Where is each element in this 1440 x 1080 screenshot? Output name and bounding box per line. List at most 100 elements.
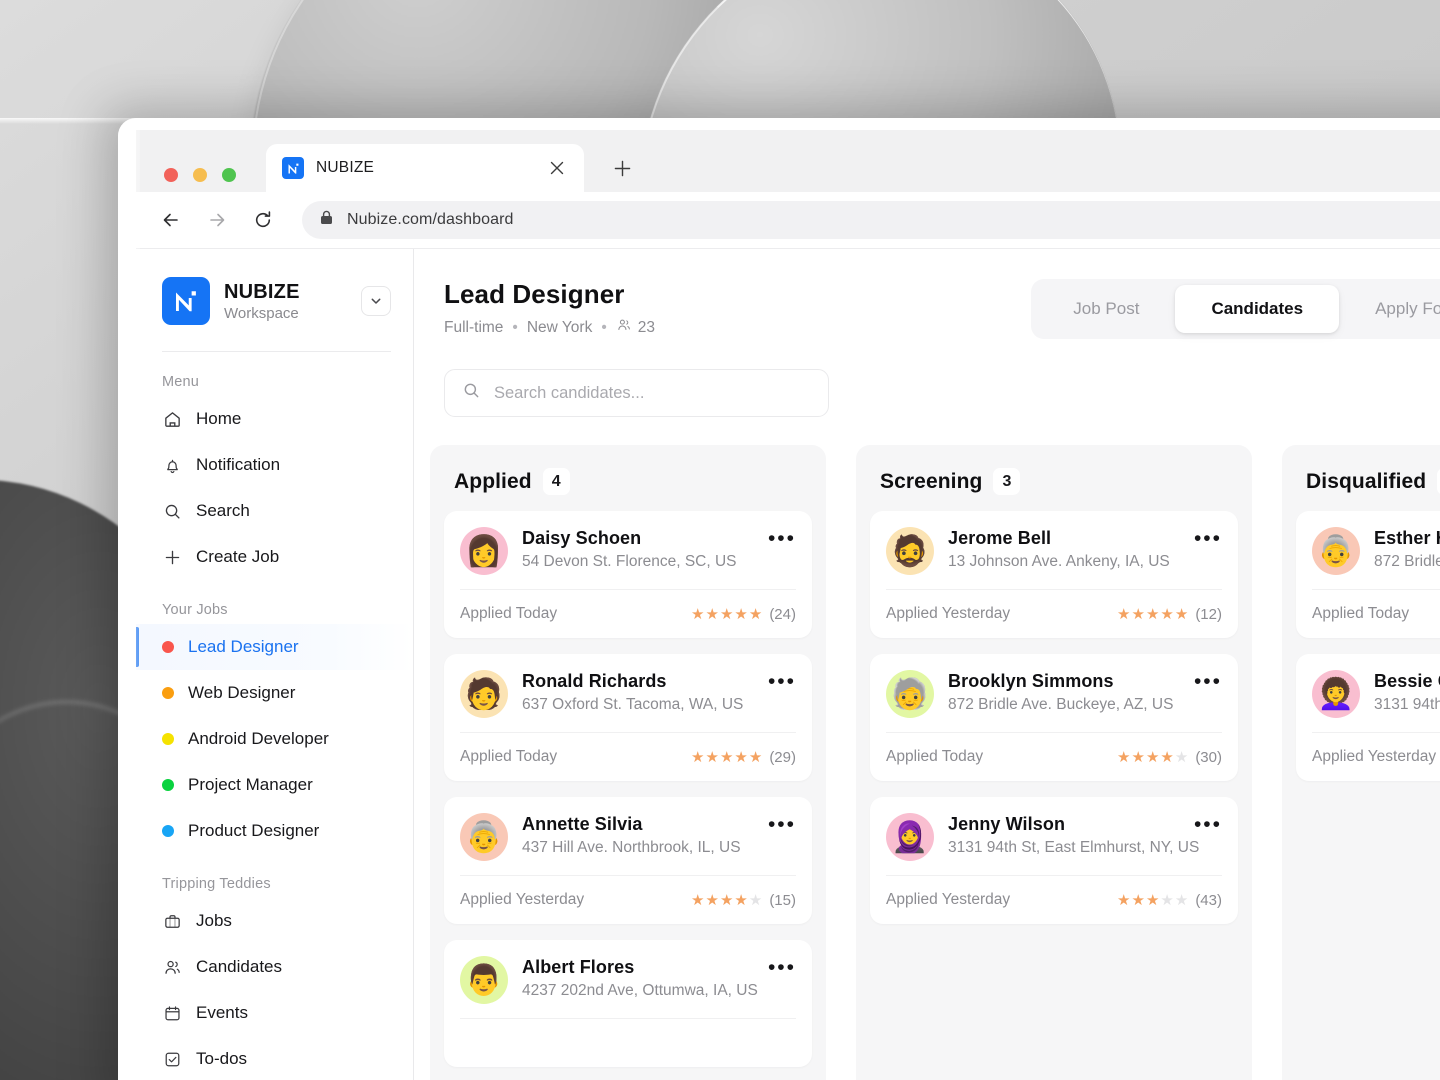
search-input[interactable] xyxy=(494,383,811,403)
star-icon: ★ xyxy=(1117,605,1131,623)
sidebar-job-lead-designer[interactable]: Lead Designer xyxy=(136,624,413,670)
candidate-address: 13 Johnson Ave. Ankeny, IA, US xyxy=(948,553,1170,570)
tab-candidates[interactable]: Candidates xyxy=(1175,285,1340,333)
candidate-card[interactable]: 🧓 Brooklyn Simmons 872 Bridle Ave. Bucke… xyxy=(870,654,1238,781)
candidate-card[interactable]: 🧕 Jenny Wilson 3131 94th St, East Elmhur… xyxy=(870,797,1238,924)
sidebar-menu-label: Menu xyxy=(162,374,200,390)
rating: ★ ★ ★ ★ ★ (30) xyxy=(1117,749,1222,766)
plus-icon xyxy=(162,547,182,567)
nubize-favicon xyxy=(282,157,304,179)
more-icon[interactable]: ••• xyxy=(768,527,796,549)
workspace-switcher[interactable]: NUBIZE Workspace xyxy=(136,277,413,325)
candidate-name: Daisy Schoen xyxy=(522,528,642,548)
candidate-card[interactable]: 🧔 Jerome Bell 13 Johnson Ave. Ankeny, IA… xyxy=(870,511,1238,638)
job-applicants-count: 23 xyxy=(637,318,656,336)
main-content: Lead Designer Full-time • New York • 23 xyxy=(414,249,1440,1080)
search-icon xyxy=(162,501,182,521)
avatar-face: 🧕 xyxy=(891,821,929,854)
app-root: NUBIZE Workspace Menu Home Notification … xyxy=(136,248,1440,1080)
arrow-left-icon[interactable] xyxy=(158,207,184,233)
star-icon: ★ xyxy=(719,605,734,623)
more-icon[interactable]: ••• xyxy=(1194,813,1222,835)
users-icon xyxy=(162,957,182,977)
sidebar-item-events[interactable]: Events xyxy=(136,990,413,1036)
sidebar-item-label: Candidates xyxy=(196,957,283,976)
star-icon: ★ xyxy=(1160,891,1174,909)
applied-time: Applied Yesterday xyxy=(460,891,585,908)
status-dot xyxy=(162,825,174,837)
plus-icon[interactable] xyxy=(608,154,636,182)
sidebar-item-create-job[interactable]: Create Job xyxy=(136,534,413,580)
job-header-text: Lead Designer Full-time • New York • 23 xyxy=(444,279,655,338)
browser-tab[interactable]: NUBIZE xyxy=(266,144,584,192)
star-icon: ★ xyxy=(705,748,719,766)
candidate-card[interactable]: 👵 Annette Silvia 437 Hill Ave. Northbroo… xyxy=(444,797,812,924)
star-icon: ★ xyxy=(691,891,705,909)
avatar: 🧔 xyxy=(886,527,934,575)
applied-time: Applied Yesterday xyxy=(886,605,1011,622)
sidebar-item-to-dos[interactable]: To-dos xyxy=(136,1036,413,1080)
star-icon: ★ xyxy=(691,605,705,623)
sidebar-job-product-designer[interactable]: Product Designer xyxy=(136,808,413,854)
candidate-name: Annette Silvia xyxy=(522,814,643,834)
rating: ★ ★ ★ ★ ★ (29) xyxy=(691,749,796,766)
tab-job-post[interactable]: Job Post xyxy=(1037,285,1175,333)
arrow-right-icon[interactable] xyxy=(204,207,230,233)
close-window-button[interactable] xyxy=(164,168,178,182)
star-icon: ★ xyxy=(1174,891,1189,909)
sidebar-job-project-manager[interactable]: Project Manager xyxy=(136,762,413,808)
candidate-card[interactable]: 👩‍🦱 Bessie Coo 3131 94th St, ••• Applied… xyxy=(1296,654,1440,781)
sidebar-item-label: Notification xyxy=(196,455,281,474)
candidate-card[interactable]: 🧑 Ronald Richards 637 Oxford St. Tacoma,… xyxy=(444,654,812,781)
candidate-name: Bessie Coo xyxy=(1374,671,1440,691)
more-icon[interactable]: ••• xyxy=(1194,670,1222,692)
status-dot xyxy=(162,733,174,745)
address-bar[interactable]: Nubize.com/dashboard xyxy=(302,201,1440,239)
sidebar-item-notification[interactable]: Notification xyxy=(136,442,413,488)
meta-separator: • xyxy=(512,318,518,336)
sidebar-job-android-developer[interactable]: Android Developer xyxy=(136,716,413,762)
column-count-badge: 3 xyxy=(993,468,1021,495)
sidebar-item-candidates[interactable]: Candidates xyxy=(136,944,413,990)
sidebar-item-jobs[interactable]: Jobs xyxy=(136,898,413,944)
more-icon[interactable]: ••• xyxy=(768,813,796,835)
applied-time: Applied Today xyxy=(1312,605,1410,622)
tab-apply-form[interactable]: Apply Form xyxy=(1339,285,1440,333)
status-dot xyxy=(162,641,174,653)
applied-time: Applied Yesterday xyxy=(1312,748,1437,765)
job-employment-type: Full-time xyxy=(444,318,504,336)
star-icon: ★ xyxy=(1131,605,1145,623)
candidate-address: 437 Hill Ave. Northbrook, IL, US xyxy=(522,839,741,856)
candidate-address: 872 Bridle Av xyxy=(1374,553,1440,570)
applied-time: Applied Today xyxy=(460,748,558,765)
sidebar-item-home[interactable]: Home xyxy=(136,396,413,442)
candidate-card[interactable]: 👩 Daisy Schoen 54 Devon St. Florence, SC… xyxy=(444,511,812,638)
star-icon: ★ xyxy=(748,891,763,909)
more-icon[interactable]: ••• xyxy=(768,956,796,978)
search-box[interactable] xyxy=(444,369,829,417)
sidebar-item-label: Events xyxy=(196,1003,248,1022)
chevron-down-icon[interactable] xyxy=(361,286,391,316)
minimize-window-button[interactable] xyxy=(193,168,207,182)
star-icon: ★ xyxy=(1174,748,1189,766)
reload-icon[interactable] xyxy=(250,207,276,233)
candidate-card[interactable]: 👨 Albert Flores 4237 202nd Ave, Ottumwa,… xyxy=(444,940,812,1067)
more-icon[interactable]: ••• xyxy=(1194,527,1222,549)
job-header: Lead Designer Full-time • New York • 23 xyxy=(414,249,1440,369)
star-icon: ★ xyxy=(1145,891,1160,909)
sidebar-item-search[interactable]: Search xyxy=(136,488,413,534)
star-icon: ★ xyxy=(719,748,734,766)
board-column-disqualified: Disqualified 2 👵 Esther How 872 Bridle A… xyxy=(1282,445,1440,1080)
sidebar-jobs-label: Your Jobs xyxy=(162,602,228,618)
sidebar-job-web-designer[interactable]: Web Designer xyxy=(136,670,413,716)
more-icon[interactable]: ••• xyxy=(768,670,796,692)
calendar-icon xyxy=(162,1003,182,1023)
star-icon: ★ xyxy=(1160,605,1174,623)
window-controls[interactable] xyxy=(164,168,236,182)
close-icon[interactable] xyxy=(546,157,568,179)
candidate-card[interactable]: 👵 Esther How 872 Bridle Av ••• Applied T… xyxy=(1296,511,1440,638)
address-bar-url: Nubize.com/dashboard xyxy=(347,211,514,228)
sidebar-item-label: Product Designer xyxy=(188,821,320,840)
maximize-window-button[interactable] xyxy=(222,168,236,182)
column-title: Screening xyxy=(880,469,983,493)
